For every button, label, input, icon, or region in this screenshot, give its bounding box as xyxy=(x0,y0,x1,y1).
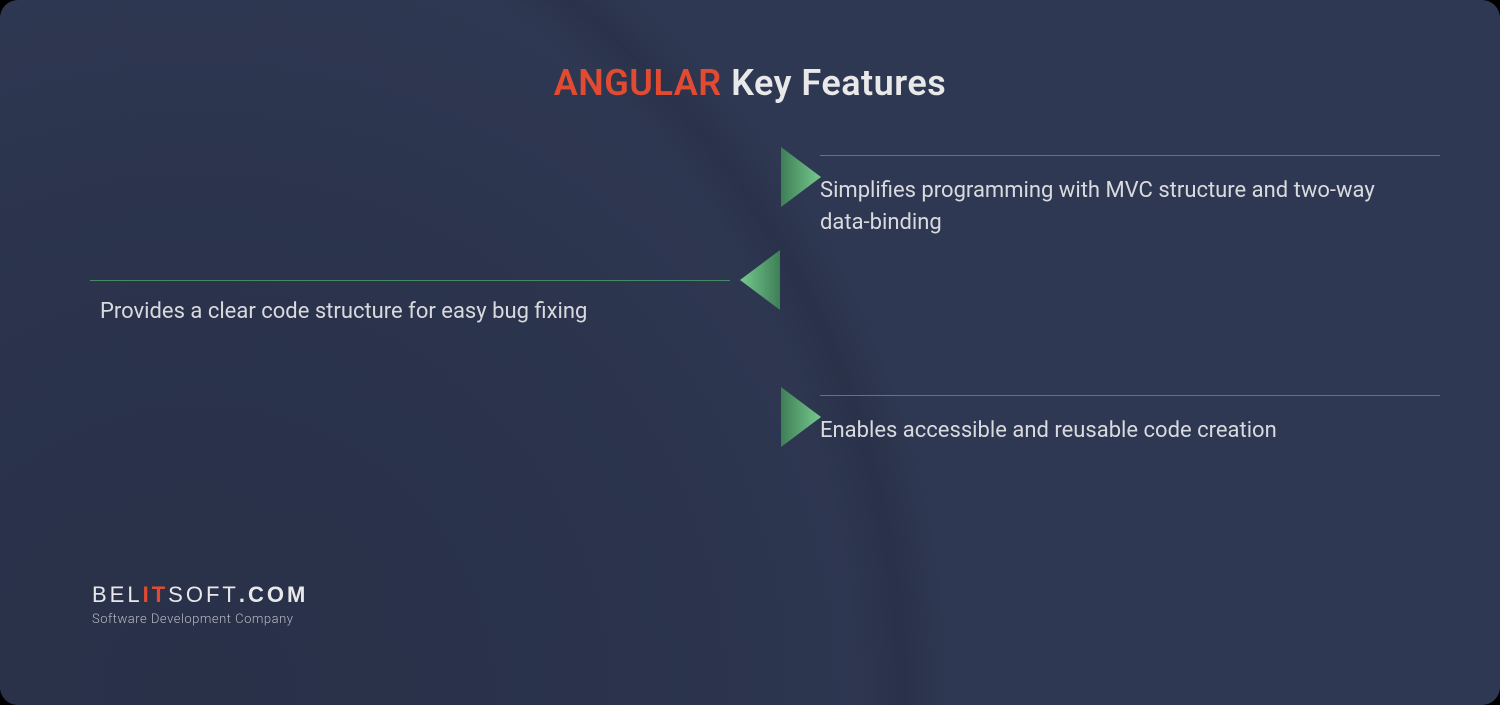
feature-card: ANGULAR Key Features Simplifies programm… xyxy=(0,0,1500,705)
page-title: ANGULAR Key Features xyxy=(0,62,1500,104)
logo-part-2: IT xyxy=(143,582,169,607)
flag-icon xyxy=(777,147,825,207)
feature-line xyxy=(820,395,1440,396)
logo-tagline: Software Development Company xyxy=(92,612,308,627)
feature-text: Simplifies programming with MVC structur… xyxy=(820,175,1410,239)
feature-text: Provides a clear code structure for easy… xyxy=(100,296,710,328)
title-rest: Key Features xyxy=(722,62,947,104)
feature-diagram: Simplifies programming with MVC structur… xyxy=(90,150,1440,490)
feature-text: Enables accessible and reusable code cre… xyxy=(820,415,1410,447)
title-accent: ANGULAR xyxy=(554,62,722,104)
logo-part-4: .COM xyxy=(239,582,308,607)
logo-part-1: BEL xyxy=(92,582,143,607)
flag-icon xyxy=(777,387,825,447)
logo-text: BELITSOFT.COM xyxy=(92,582,308,608)
logo-part-3: SOFT xyxy=(168,582,239,607)
feature-line xyxy=(90,280,730,281)
flag-icon xyxy=(736,250,784,310)
feature-line xyxy=(820,155,1440,156)
brand-logo: BELITSOFT.COM Software Development Compa… xyxy=(92,582,308,627)
